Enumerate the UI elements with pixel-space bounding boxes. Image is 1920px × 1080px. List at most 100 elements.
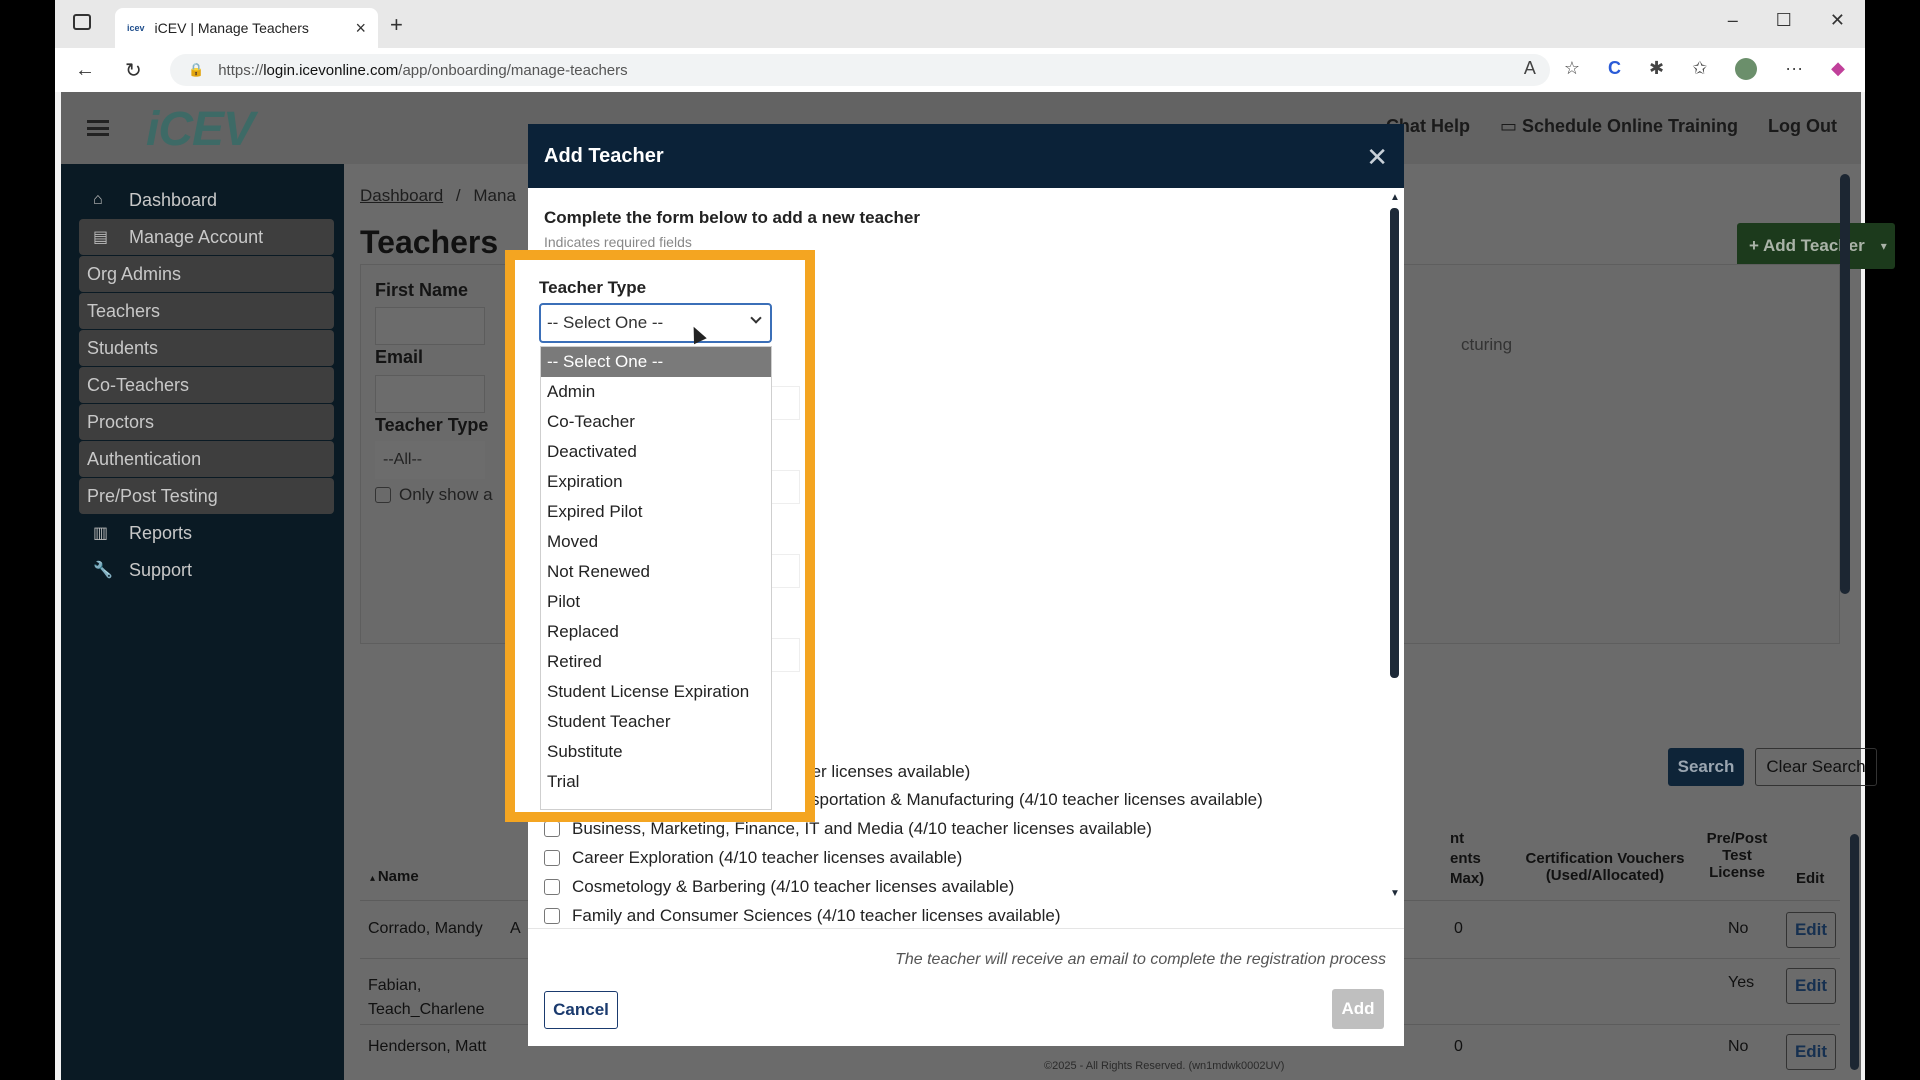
sidebar-item-students[interactable]: Students xyxy=(79,330,334,366)
license-checkbox[interactable] xyxy=(544,821,560,837)
icev-logo[interactable]: iCEV xyxy=(146,102,255,157)
sidebar-item-authentication[interactable]: Authentication xyxy=(79,441,334,477)
logout-link[interactable]: Log Out xyxy=(1768,116,1837,137)
option-admin[interactable]: Admin xyxy=(541,377,771,407)
sidebar-item-reports[interactable]: ▥ Reports xyxy=(79,515,334,551)
license-checkbox-row[interactable]: Family and Consumer Sciences (4/10 teach… xyxy=(544,906,1061,926)
schedule-training-link[interactable]: ▭ Schedule Online Training xyxy=(1500,116,1738,137)
sidebar-item-label: Authentication xyxy=(87,448,202,469)
option-trial[interactable]: Trial xyxy=(541,767,771,797)
hamburger-menu-icon[interactable] xyxy=(87,120,109,136)
students-value: 0 xyxy=(1454,920,1463,937)
edit-button[interactable]: Edit xyxy=(1786,912,1836,948)
sidebar-item-manage-account[interactable]: ▤ Manage Account xyxy=(79,219,334,255)
favorites-icon[interactable]: ✩ xyxy=(1692,58,1707,80)
option-substitute[interactable]: Substitute xyxy=(541,737,771,767)
sidebar-item-co-teachers[interactable]: Co-Teachers xyxy=(79,367,334,403)
minimize-icon[interactable]: – xyxy=(1728,10,1738,31)
registration-note: The teacher will receive an email to com… xyxy=(895,951,1386,968)
url-path: /app/onboarding/manage-teachers xyxy=(398,61,628,79)
page-scrollbar[interactable] xyxy=(1840,174,1850,594)
read-aloud-icon[interactable]: A xyxy=(1524,58,1536,80)
sidebar-item-support[interactable]: 🔧 Support xyxy=(79,552,334,588)
profile-avatar-icon[interactable] xyxy=(1735,58,1758,80)
first-name-input[interactable] xyxy=(375,307,485,345)
name-column-header[interactable]: ▴ Name xyxy=(370,868,419,885)
add-teacher-button[interactable]: + Add Teacher ▾ xyxy=(1737,223,1895,269)
license-checkbox[interactable] xyxy=(544,908,560,924)
license-checkbox-row[interactable]: Business, Marketing, Finance, IT and Med… xyxy=(544,819,1152,839)
tab-actions-icon[interactable] xyxy=(73,14,91,30)
license-label: Career Exploration (4/10 teacher license… xyxy=(572,848,963,867)
teacher-type-filter-label: Teacher Type xyxy=(375,415,489,435)
only-show-checkbox-row[interactable]: Only show a xyxy=(375,485,493,505)
lock-icon[interactable]: 🔒 xyxy=(188,62,204,78)
modal-title: Add Teacher xyxy=(544,144,664,167)
caret-down-icon[interactable]: ▾ xyxy=(1881,239,1887,253)
license-label: Family and Consumer Sciences (4/10 teach… xyxy=(572,906,1061,925)
option-deactivated[interactable]: Deactivated xyxy=(541,437,771,467)
teacher-type-select[interactable]: -- Select One -- xyxy=(539,303,772,343)
name-column-label: Name xyxy=(377,868,419,885)
email-input[interactable] xyxy=(375,375,485,413)
sidebar-item-prepost-testing[interactable]: Pre/Post Testing xyxy=(79,478,334,514)
favorite-star-icon[interactable]: ☆ xyxy=(1564,58,1580,80)
license-checkbox[interactable] xyxy=(544,850,560,866)
prepost-value: Yes xyxy=(1728,974,1755,991)
license-checkbox-row[interactable]: Cosmetology & Barbering (4/10 teacher li… xyxy=(544,877,1014,897)
option-moved[interactable]: Moved xyxy=(541,527,771,557)
copilot-icon[interactable]: ◆ xyxy=(1831,58,1845,80)
header-links: Chat Help ▭ Schedule Online Training Log… xyxy=(1386,116,1837,137)
clear-search-button[interactable]: Clear Search xyxy=(1755,748,1877,786)
option-retired[interactable]: Retired xyxy=(541,647,771,677)
extensions-icon[interactable]: ✱ xyxy=(1649,58,1664,80)
option-not-renewed[interactable]: Not Renewed xyxy=(541,557,771,587)
scroll-down-icon[interactable]: ▼ xyxy=(1390,888,1400,899)
option-replaced[interactable]: Replaced xyxy=(541,617,771,647)
modal-scrollbar[interactable]: ▲ ▼ xyxy=(1390,192,1400,899)
edit-button[interactable]: Edit xyxy=(1786,1034,1836,1070)
students-value: 0 xyxy=(1454,1038,1463,1055)
option-expired-pilot[interactable]: Expired Pilot xyxy=(541,497,771,527)
url-field[interactable]: 🔒 https://login.icevonline.com/app/onboa… xyxy=(170,54,1550,86)
refresh-icon[interactable]: ↻ xyxy=(125,58,155,83)
license-checkbox[interactable] xyxy=(544,879,560,895)
close-tab-icon[interactable]: × xyxy=(355,18,366,39)
edit-button[interactable]: Edit xyxy=(1786,968,1836,1004)
prepost-value: No xyxy=(1728,920,1749,937)
add-button[interactable]: Add xyxy=(1332,989,1384,1029)
more-menu-icon[interactable]: ··· xyxy=(1785,58,1803,80)
new-tab-icon[interactable]: + xyxy=(390,12,403,38)
extension-c-icon[interactable]: C xyxy=(1608,58,1621,80)
option-select-one[interactable]: -- Select One -- xyxy=(541,347,771,377)
license-checkbox-row[interactable]: Career Exploration (4/10 teacher license… xyxy=(544,848,962,868)
sidebar-item-label: Proctors xyxy=(87,411,155,432)
option-student-license-expiration[interactable]: Student License Expiration xyxy=(541,677,771,707)
option-pilot[interactable]: Pilot xyxy=(541,587,771,617)
teacher-name: Corrado, Mandy xyxy=(368,920,483,937)
sidebar-item-proctors[interactable]: Proctors xyxy=(79,404,334,440)
close-window-icon[interactable]: ✕ xyxy=(1830,10,1845,31)
reports-icon: ▥ xyxy=(93,525,109,542)
back-icon[interactable]: ← xyxy=(75,59,105,82)
sidebar-item-dashboard[interactable]: ⌂ Dashboard xyxy=(79,182,334,218)
only-show-checkbox[interactable] xyxy=(375,487,391,503)
sidebar-item-org-admins[interactable]: Org Admins xyxy=(79,256,334,292)
maximize-icon[interactable]: ☐ xyxy=(1776,10,1792,31)
cancel-button[interactable]: Cancel xyxy=(544,991,618,1029)
close-icon[interactable]: ✕ xyxy=(1366,142,1388,173)
breadcrumb-dashboard-link[interactable]: Dashboard xyxy=(360,186,443,205)
option-co-teacher[interactable]: Co-Teacher xyxy=(541,407,771,437)
search-button[interactable]: Search xyxy=(1668,748,1744,786)
breadcrumb: Dashboard / Mana xyxy=(360,186,516,206)
scrollbar-thumb[interactable] xyxy=(1390,208,1399,678)
sidebar-item-teachers[interactable]: Teachers xyxy=(79,293,334,329)
table-scrollbar[interactable] xyxy=(1850,834,1859,1070)
teacher-type-filter-select[interactable]: --All-- xyxy=(375,441,485,479)
option-expiration[interactable]: Expiration xyxy=(541,467,771,497)
sidebar-item-label: Teachers xyxy=(87,300,161,321)
browser-tab[interactable]: icev iCEV | Manage Teachers × xyxy=(115,8,378,48)
sidebar: ⌂ Dashboard ▤ Manage Account Org Admins Te… xyxy=(61,164,344,1080)
scroll-up-icon[interactable]: ▲ xyxy=(1390,192,1400,203)
option-student-teacher[interactable]: Student Teacher xyxy=(541,707,771,737)
